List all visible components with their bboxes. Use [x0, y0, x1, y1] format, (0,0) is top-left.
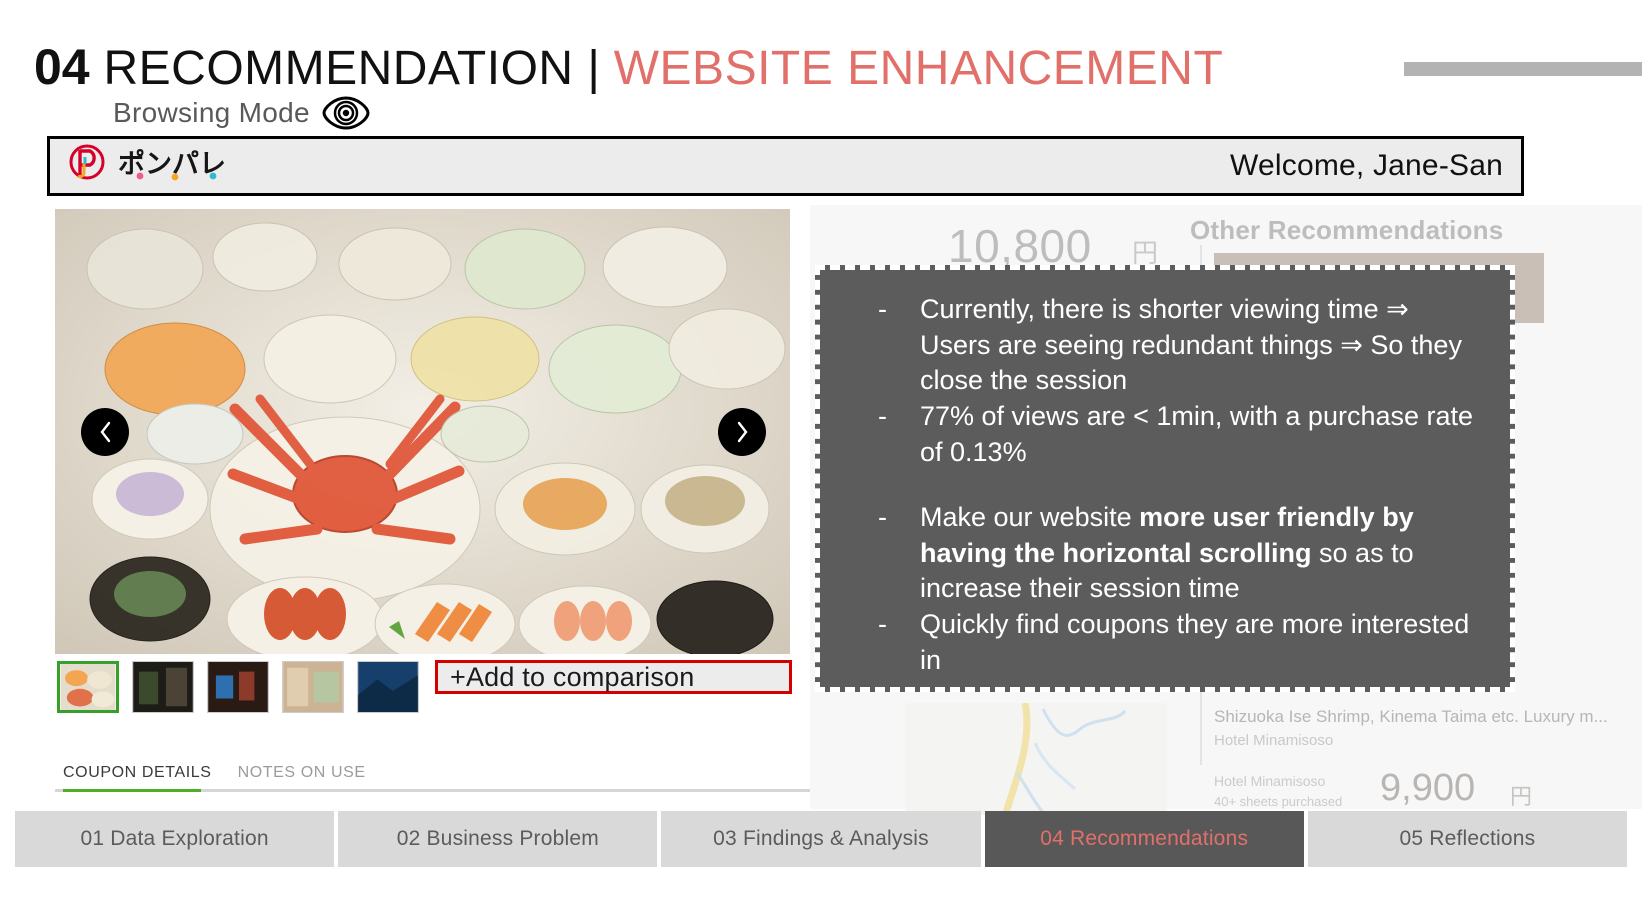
product-gallery[interactable] [55, 209, 790, 654]
food-photo [55, 209, 790, 654]
add-to-comparison-label: +Add to comparison [450, 661, 695, 692]
slide: 04 RECOMMENDATION | WEBSITE ENHANCEMENT … [0, 0, 1642, 921]
section-nav[interactable]: 01 Data Exploration 02 Business Problem … [15, 811, 1628, 867]
recommendation-hotel-2: Hotel Minamisoso [1214, 773, 1326, 789]
annotation-callout: Currently, there is shorter viewing time… [815, 265, 1515, 692]
carousel-next-icon[interactable] [718, 407, 766, 456]
thumbnail-0[interactable] [57, 661, 119, 713]
thumbnail-3[interactable] [282, 661, 344, 713]
recommendation-sheets: 40+ sheets purchased [1214, 794, 1343, 809]
title-main: RECOMMENDATION [103, 42, 574, 95]
annotation-bullet-1: 77% of views are < 1min, with a purchase… [868, 399, 1484, 470]
other-recommendations-heading: Other Recommendations [1190, 215, 1504, 245]
annotation-bullet-3: Quickly find coupons they are more inter… [868, 607, 1484, 678]
site-header: ポンパレ Welcome, Jane-San [47, 136, 1524, 196]
annotation-bullet-0: Currently, there is shorter viewing time… [868, 292, 1484, 399]
title-rule-bar [1404, 62, 1642, 76]
add-to-comparison-button[interactable]: +Add to comparison [435, 660, 792, 694]
ponpare-p-icon [66, 143, 108, 190]
annotation-list: Currently, there is shorter viewing time… [820, 270, 1510, 678]
carousel-prev-icon[interactable] [81, 407, 129, 456]
annotation-bullet-2-pre: Make our website [920, 502, 1140, 533]
location-map[interactable] [905, 703, 1167, 815]
annotation-bullet-2: Make our website more user friendly by h… [868, 500, 1484, 607]
title-separator: | [587, 42, 600, 95]
thumbnail-2[interactable] [207, 661, 269, 713]
recommendation-title: Shizuoka Ise Shrimp, Kinema Taima etc. L… [1214, 707, 1608, 726]
title-accent: WEBSITE ENHANCEMENT [613, 42, 1224, 95]
title-number: 04 [34, 39, 90, 95]
tab-coupon-details[interactable]: COUPON DETAILS [63, 764, 212, 789]
nav-item-04[interactable]: 04 Recommendations [984, 811, 1304, 867]
thumbnail-1[interactable] [132, 661, 194, 713]
nav-item-02[interactable]: 02 Business Problem [338, 811, 658, 867]
subtitle-label: Browsing Mode [113, 97, 310, 128]
recommendation-price-unit: 円 [1510, 784, 1533, 809]
nav-item-05[interactable]: 05 Reflections [1307, 811, 1628, 867]
welcome-message: Welcome, Jane-San [1230, 149, 1503, 182]
nav-item-03[interactable]: 03 Findings & Analysis [661, 811, 981, 867]
detail-tabs[interactable]: COUPON DETAILS NOTES ON USE [55, 764, 880, 792]
thumbnail-strip[interactable] [57, 661, 419, 713]
nav-item-01[interactable]: 01 Data Exploration [15, 811, 335, 867]
subtitle: Browsing Mode [113, 96, 370, 130]
thumbnail-4[interactable] [357, 661, 419, 713]
tab-underline [55, 789, 880, 792]
recommendation-price: 9,900 [1380, 767, 1476, 809]
ponpare-wordmark: ポンパレ [118, 147, 268, 186]
tab-notes-on-use[interactable]: NOTES ON USE [238, 764, 366, 789]
page-title: 04 RECOMMENDATION | WEBSITE ENHANCEMENT [34, 38, 1223, 96]
site-logo[interactable]: ポンパレ [66, 143, 268, 190]
eye-icon [322, 96, 370, 130]
recommendation-hotel: Hotel Minamisoso [1214, 732, 1334, 749]
